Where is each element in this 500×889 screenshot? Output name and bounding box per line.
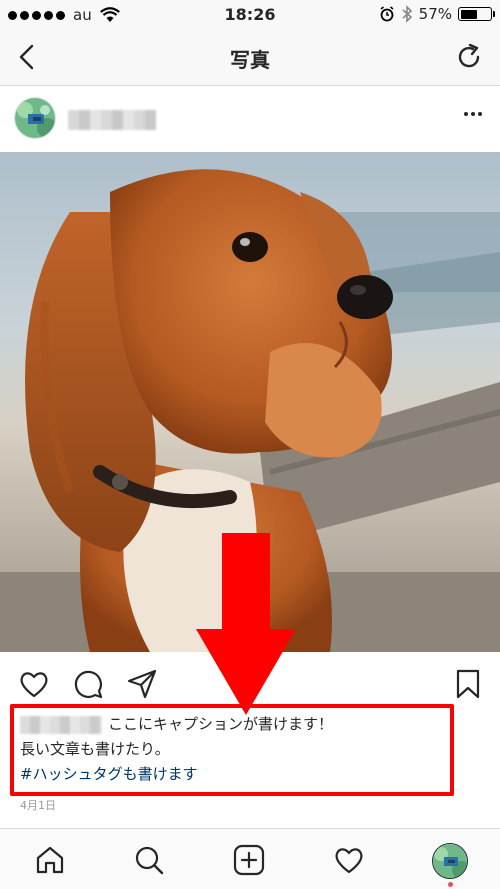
home-icon[interactable] (33, 843, 67, 877)
nav-bar: 写真 (0, 30, 500, 86)
tab-bar (0, 828, 500, 889)
annotation-arrow-icon (196, 533, 296, 715)
bookmark-icon[interactable] (452, 668, 484, 700)
alarm-icon (380, 6, 394, 22)
add-icon[interactable] (232, 843, 266, 877)
comment-icon[interactable] (72, 668, 104, 700)
caption-highlight-box (10, 704, 454, 796)
battery-fill (460, 9, 478, 19)
search-icon[interactable] (132, 843, 166, 877)
battery-percentage: 57% (418, 5, 452, 23)
bluetooth-icon (402, 5, 412, 23)
status-right: 57% (379, 5, 495, 23)
battery-icon (458, 7, 495, 21)
notification-dot (448, 882, 453, 887)
send-icon[interactable] (126, 668, 158, 700)
refresh-icon[interactable] (454, 42, 484, 72)
more-icon[interactable] (464, 112, 482, 116)
post-date: 4月1日 (20, 799, 56, 812)
heart-icon[interactable] (18, 668, 50, 700)
post-header (0, 86, 500, 152)
page-title: 写真 (230, 48, 270, 72)
profile-avatar-tab[interactable] (432, 843, 468, 879)
activity-heart-icon[interactable] (332, 843, 366, 877)
avatar[interactable] (14, 97, 56, 139)
status-bar: au 18:26 57% (0, 0, 500, 30)
username-blurred[interactable] (68, 110, 156, 130)
